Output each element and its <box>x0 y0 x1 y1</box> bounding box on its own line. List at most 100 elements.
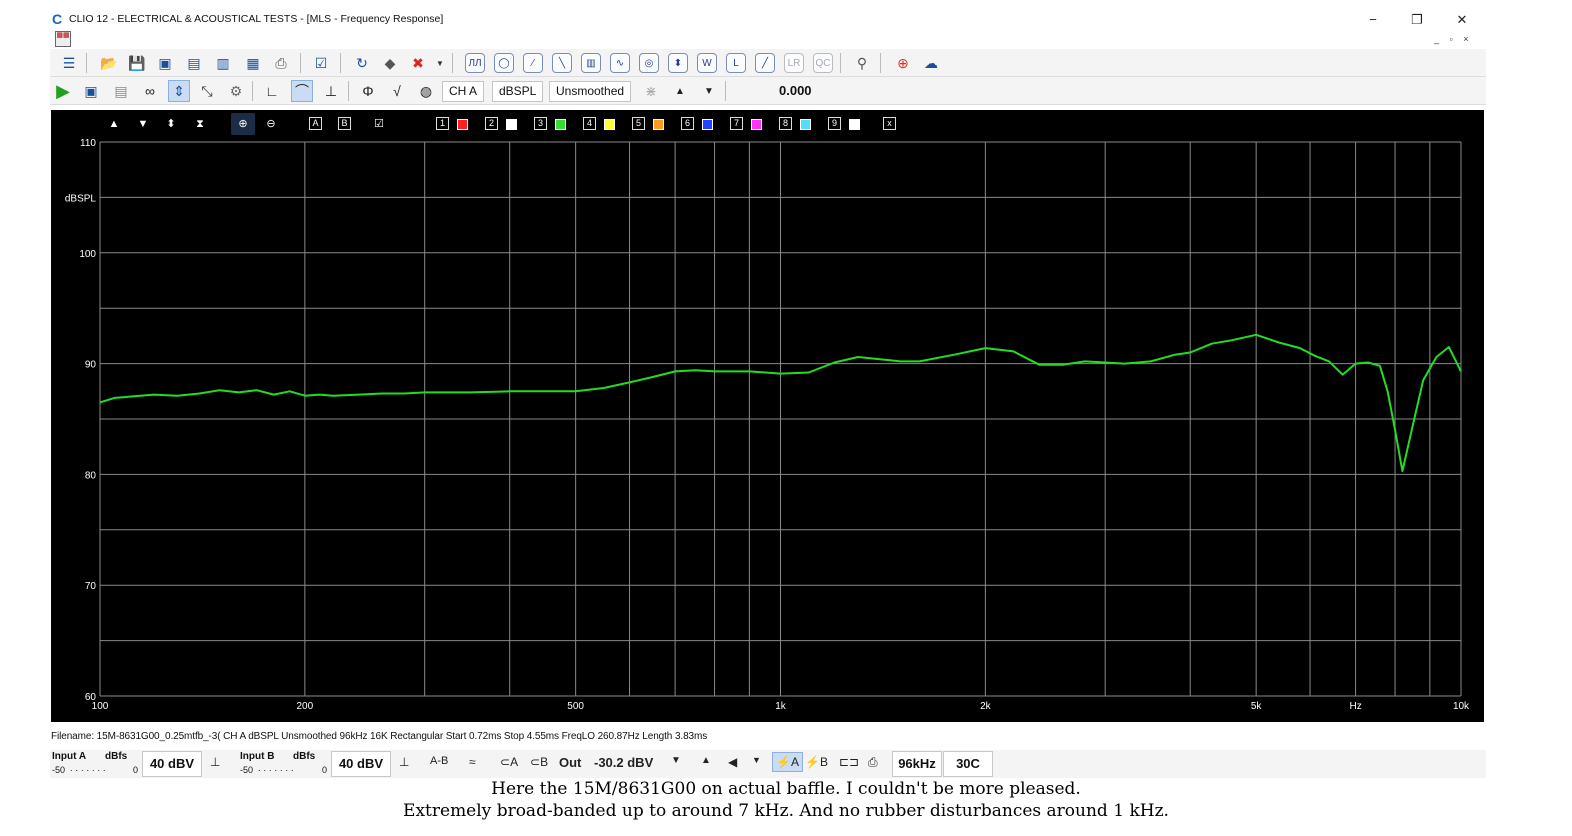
minimize-button[interactable]: − <box>1358 10 1388 30</box>
restore-button[interactable]: ❐ <box>1402 10 1432 30</box>
phase-icon[interactable]: Φ <box>357 80 379 102</box>
overlay-2-color-swatch[interactable] <box>506 119 517 130</box>
scale-down-icon[interactable]: ▼ <box>137 117 149 131</box>
overlay-6-color-swatch[interactable] <box>702 119 713 130</box>
menu-icon[interactable]: ☰ <box>58 52 80 74</box>
input-a-polarity-icon[interactable]: ⊥ <box>210 755 220 769</box>
dropdown-arrow-icon[interactable]: ▼ <box>429 52 451 74</box>
frequency-response-plot[interactable]: 60708090100110dBSPL100 200 500 1k 2k 5k Hz 10k <box>51 110 1484 722</box>
fft-icon[interactable]: ⁄ <box>523 53 543 73</box>
channel-select[interactable]: CH A <box>442 81 485 102</box>
open-file-icon[interactable]: 📂 <box>98 52 120 74</box>
marker-b-button[interactable]: B <box>338 117 351 130</box>
overlay-check-icon[interactable]: ☑ <box>372 117 386 131</box>
overlay-close-button[interactable]: x <box>883 117 896 130</box>
leq-icon[interactable]: L <box>726 53 746 73</box>
output-a-icon[interactable]: ⊂A <box>500 755 518 769</box>
expand-icon[interactable]: ⬍ <box>165 117 177 131</box>
document-menu-icon[interactable]: ▦▦ <box>55 31 71 47</box>
mdi-window-buttons[interactable]: _ ▫ × <box>1434 34 1472 44</box>
value-up-icon[interactable]: ▲ <box>669 80 691 102</box>
settings-gear-icon[interactable]: ⚙ <box>225 80 247 102</box>
multimeter-icon[interactable]: ◎ <box>639 53 659 73</box>
impulse-icon[interactable]: ⊥ <box>320 80 342 102</box>
notes-icon[interactable]: ▦ <box>242 52 264 74</box>
autoscale-icon[interactable]: ⇕ <box>168 80 190 102</box>
overlay-2-button[interactable]: 2 <box>485 117 498 130</box>
output-b-icon[interactable]: ⊂B <box>530 755 548 769</box>
waveform-icon[interactable]: ∿ <box>610 53 630 73</box>
sweep-icon[interactable]: ╲ <box>552 53 572 73</box>
compress-icon[interactable]: ⧗ <box>194 117 206 131</box>
save-icon[interactable]: 💾 <box>126 52 148 74</box>
help-lifebuoy-icon[interactable]: ⊕ <box>892 52 914 74</box>
play-icon[interactable]: ▶ <box>52 80 74 102</box>
delete-icon[interactable]: ✖ <box>407 52 429 74</box>
frequency-response-icon[interactable]: ⌒ <box>291 80 313 102</box>
checklist-icon[interactable]: ☑ <box>310 52 332 74</box>
mic-b-icon[interactable]: ⚡B <box>805 755 828 769</box>
qc-icon[interactable]: QC <box>813 53 833 73</box>
overlay-4-color-swatch[interactable] <box>604 119 615 130</box>
overlay-1-button[interactable]: 1 <box>436 117 449 130</box>
print-icon[interactable]: ⎙ <box>270 52 292 74</box>
eraser-icon[interactable]: ◆ <box>379 52 401 74</box>
marker-a-button[interactable]: A <box>309 117 322 130</box>
generator-icon[interactable]: ≈ <box>469 755 476 769</box>
loop-icon[interactable]: ∞ <box>139 80 161 102</box>
marker-icon[interactable]: ⋇ <box>640 80 662 102</box>
input-b-range[interactable]: 40 dBV <box>331 751 391 777</box>
output-down-icon[interactable]: ▼ <box>671 755 681 766</box>
units-select[interactable]: dBSPL <box>492 81 544 102</box>
chart-area[interactable]: 60 70 80 90 100 110 dBSPL 100 200 500 1k 2k 5k Hz 10k … <box>51 110 1484 722</box>
overlay-3-color-swatch[interactable] <box>555 119 566 130</box>
save-image-icon[interactable]: ▣ <box>154 52 176 74</box>
overlay-9-color-swatch[interactable] <box>849 119 860 130</box>
smoothing-select[interactable]: Unsmoothed <box>549 81 632 102</box>
overlay-8-color-swatch[interactable] <box>800 119 811 130</box>
value-field[interactable]: 0.000 <box>779 81 812 100</box>
lr-icon[interactable]: LR <box>784 53 804 73</box>
zoom-in-icon[interactable]: ⊕ <box>231 113 255 135</box>
spectrum-icon[interactable]: ▥ <box>581 53 601 73</box>
input-b-polarity-icon[interactable]: ⊥ <box>399 755 409 769</box>
overlay-1-color-swatch[interactable] <box>457 119 468 130</box>
speaker-icon[interactable]: ◀ <box>728 755 737 769</box>
close-button[interactable]: ✕ <box>1447 10 1477 30</box>
thiele-small-icon[interactable]: ⬍ <box>668 53 688 73</box>
temperature[interactable]: 30C <box>943 751 993 777</box>
speaker-dropdown-icon[interactable]: ▼ <box>752 755 761 765</box>
value-down-icon[interactable]: ▼ <box>698 80 720 102</box>
overlay-8-button[interactable]: 8 <box>779 117 792 130</box>
output-up-icon[interactable]: ▲ <box>701 755 711 766</box>
mls-icon[interactable]: ЛЛ <box>465 53 485 73</box>
a-minus-b-button[interactable]: A-B <box>430 755 448 767</box>
overlay-4-button[interactable]: 4 <box>583 117 596 130</box>
group-delay-icon[interactable]: √ <box>386 80 408 102</box>
move-icon[interactable]: ⤡ <box>196 80 218 102</box>
overlay-5-color-swatch[interactable] <box>653 119 664 130</box>
sinusoidal-icon[interactable]: ◯ <box>494 53 514 73</box>
save-measurement-icon[interactable]: ▣ <box>80 80 102 102</box>
sample-rate[interactable]: 96kHz <box>892 751 942 777</box>
waterfall-icon[interactable]: W <box>697 53 717 73</box>
zoom-out-icon[interactable]: ⊖ <box>264 117 278 131</box>
printer-device-icon[interactable]: ⎙ <box>868 755 878 770</box>
input-a-range[interactable]: 40 dBV <box>142 751 202 777</box>
cloud-update-icon[interactable]: ☁ <box>920 52 942 74</box>
calibration-icon[interactable]: ⚲ <box>851 52 873 74</box>
output-level[interactable]: -30.2 dBV <box>594 755 653 770</box>
mic-a-icon[interactable]: ⚡A <box>772 752 803 772</box>
overlay-9-button[interactable]: 9 <box>828 117 841 130</box>
refresh-icon[interactable]: ↻ <box>351 52 373 74</box>
overlay-5-button[interactable]: 5 <box>632 117 645 130</box>
overlay-6-button[interactable]: 6 <box>681 117 694 130</box>
export-icon[interactable]: ▤ <box>183 52 205 74</box>
overlay-3-button[interactable]: 3 <box>534 117 547 130</box>
polar-icon[interactable]: ◍ <box>415 80 437 102</box>
settings-grid-icon[interactable]: ▤ <box>110 80 132 102</box>
scale-up-icon[interactable]: ▲ <box>108 117 120 131</box>
overlay-7-color-swatch[interactable] <box>751 119 762 130</box>
overlay-7-button[interactable]: 7 <box>730 117 743 130</box>
export-data-icon[interactable]: ▥ <box>212 52 234 74</box>
